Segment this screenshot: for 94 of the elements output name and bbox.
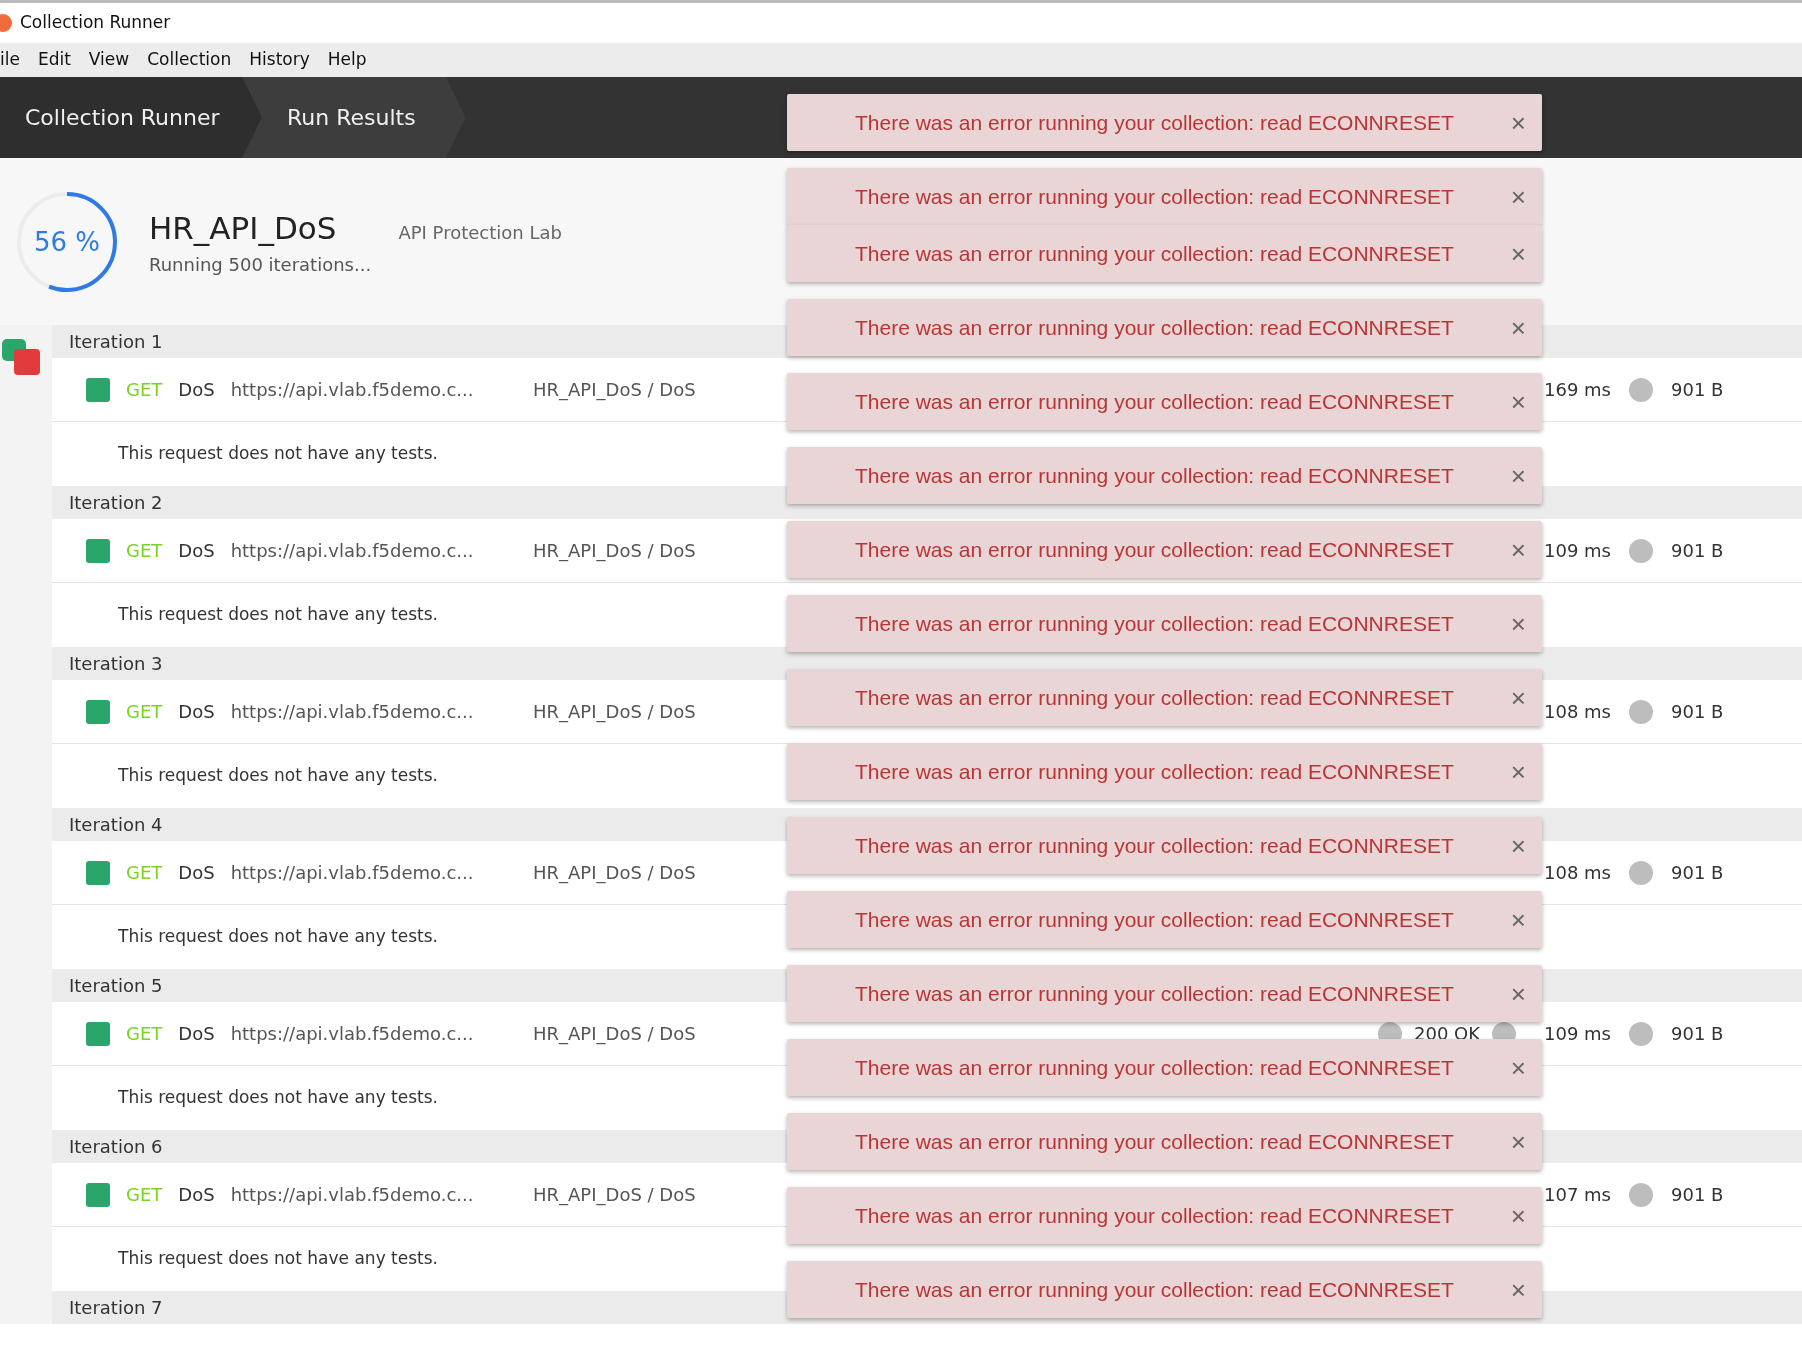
request-name: DoS [178, 1183, 215, 1207]
menu-item[interactable]: Edit [37, 47, 71, 73]
close-button[interactable]: × [1506, 536, 1530, 563]
toast-message: There was an error running your collection: read ECONNRESET [855, 462, 1454, 489]
toast-message: There was an error running your collection: read ECONNRESET [855, 684, 1454, 711]
toast-message: There was an error running your collection: read ECONNRESET [855, 610, 1454, 637]
tests-message: This request does not have any tests. [118, 1247, 438, 1271]
tests-message: This request does not have any tests. [118, 1086, 438, 1110]
response-size: 901 B [1671, 1183, 1724, 1207]
response-size: 901 B [1671, 700, 1724, 724]
close-button[interactable]: × [1506, 1202, 1530, 1229]
tests-message: This request does not have any tests. [118, 925, 438, 949]
menu-item[interactable]: ile [0, 47, 20, 73]
request-path: HR_API_DoS / DoS [533, 1183, 696, 1208]
response-time: 108 ms [1544, 700, 1611, 724]
collection-name: HR_API_DoS [149, 208, 337, 248]
toast-message: There was an error running your collection: read ECONNRESET [855, 758, 1454, 785]
tests-message: This request does not have any tests. [118, 764, 438, 788]
request-path: HR_API_DoS / DoS [533, 861, 696, 886]
response-size: 901 B [1671, 378, 1724, 402]
request-method: GET [126, 539, 163, 563]
request-url: https://api.vlab.f5demo.c... [230, 1022, 474, 1046]
squares-icon[interactable] [2, 339, 40, 375]
close-button[interactable]: × [1506, 240, 1530, 267]
request-url: https://api.vlab.f5demo.c... [230, 1183, 474, 1207]
toast-message: There was an error running your collection: read ECONNRESET [855, 388, 1454, 415]
status-square-icon [86, 538, 110, 563]
window-title: Collection Runner [20, 11, 171, 35]
close-button[interactable]: × [1506, 109, 1530, 136]
request-url: https://api.vlab.f5demo.c... [230, 378, 474, 402]
request-path: HR_API_DoS / DoS [533, 378, 696, 403]
size-dot-icon [1629, 860, 1653, 885]
request-name: DoS [178, 539, 215, 563]
request-url: https://api.vlab.f5demo.c... [230, 861, 474, 885]
request-path: HR_API_DoS / DoS [533, 1022, 696, 1047]
request-method: GET [126, 1022, 163, 1046]
toast-message: There was an error running your collection: read ECONNRESET [855, 1054, 1454, 1081]
menu-item[interactable]: Help [327, 47, 367, 73]
status-square-icon [86, 1182, 110, 1207]
request-name: DoS [178, 1022, 215, 1046]
close-button[interactable]: × [1506, 462, 1530, 489]
status-square-icon [86, 699, 110, 724]
size-dot-icon [1629, 699, 1653, 724]
menu-item[interactable]: Collection [147, 47, 232, 73]
request-method: GET [126, 1183, 163, 1207]
tests-message: This request does not have any tests. [118, 603, 438, 627]
progress-percent: 56 % [33, 225, 101, 258]
close-button[interactable]: × [1506, 388, 1530, 415]
response-time: 107 ms [1544, 1183, 1611, 1207]
toast-message: There was an error running your collection: read ECONNRESET [855, 109, 1454, 136]
request-url: https://api.vlab.f5demo.c... [230, 539, 474, 563]
toast-message: There was an error running your collection: read ECONNRESET [855, 183, 1454, 210]
breadcrumb-tab[interactable]: Run Results [242, 77, 466, 158]
request-name: DoS [178, 700, 215, 724]
request-url: https://api.vlab.f5demo.c... [230, 700, 474, 724]
size-dot-icon [1629, 377, 1653, 402]
status-square-icon [86, 860, 110, 885]
close-button[interactable]: × [1506, 758, 1530, 785]
response-time: 109 ms [1544, 539, 1611, 563]
response-time: 109 ms [1544, 1022, 1611, 1046]
menu-item[interactable]: View [88, 47, 130, 73]
menu-item[interactable]: History [249, 47, 310, 73]
toast-message: There was an error running your collection: read ECONNRESET [855, 536, 1454, 563]
request-name: DoS [178, 861, 215, 885]
breadcrumb-tab[interactable]: Collection Runner [0, 77, 262, 158]
request-method: GET [126, 700, 163, 724]
response-size: 901 B [1671, 861, 1724, 885]
close-button[interactable]: × [1506, 1054, 1530, 1081]
size-dot-icon [1629, 1021, 1653, 1046]
run-status: Running 500 iterations... [149, 253, 373, 278]
status-square-icon [86, 377, 110, 402]
response-time: 169 ms [1544, 378, 1611, 402]
size-dot-icon [1629, 1182, 1653, 1207]
close-button[interactable]: × [1506, 610, 1530, 637]
request-path: HR_API_DoS / DoS [533, 700, 696, 725]
response-size: 901 B [1671, 539, 1724, 563]
toast-message: There was an error running your collection: read ECONNRESET [855, 1202, 1454, 1229]
toast-message: There was an error running your collection: read ECONNRESET [855, 1128, 1454, 1155]
close-button[interactable]: × [1506, 684, 1530, 711]
close-button[interactable]: × [1506, 906, 1530, 933]
request-method: GET [126, 378, 163, 402]
request-name: DoS [178, 378, 215, 402]
response-size: 901 B [1671, 1022, 1724, 1046]
request-path: HR_API_DoS / DoS [533, 539, 696, 564]
status-square-icon [86, 1021, 110, 1046]
environment-name: API Protection Lab [398, 220, 562, 245]
close-button[interactable]: × [1506, 1128, 1530, 1155]
response-time: 108 ms [1544, 861, 1611, 885]
request-method: GET [126, 861, 163, 885]
tests-message: This request does not have any tests. [118, 442, 438, 466]
toast-message: There was an error running your collection: read ECONNRESET [855, 906, 1454, 933]
close-button[interactable]: × [1506, 183, 1530, 210]
toast-message: There was an error running your collection: read ECONNRESET [855, 240, 1454, 267]
size-dot-icon [1629, 538, 1653, 563]
